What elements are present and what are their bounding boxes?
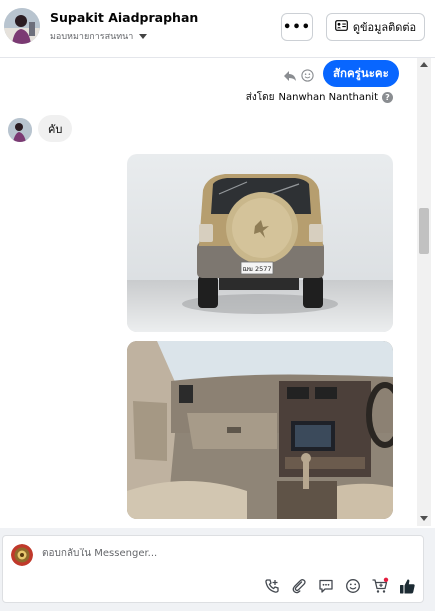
thread-scrollbar[interactable] <box>417 58 431 526</box>
reply-icon[interactable] <box>283 67 297 81</box>
call-icon[interactable] <box>263 577 281 595</box>
conversation-header: Supakit Aiadpraphan มอบหมายการสนทนา ••• … <box>0 0 435 58</box>
help-icon[interactable]: ? <box>382 92 393 103</box>
message-thread[interactable]: สักครู่นะคะ ส่งโดย Nanwhan Nanthanit ? ค… <box>0 58 435 528</box>
license-plate-text: ฌฆ 2577 <box>243 265 272 273</box>
more-icon: ••• <box>283 19 311 35</box>
caret-down-icon <box>139 33 148 39</box>
more-options-button[interactable]: ••• <box>281 13 313 41</box>
react-icon[interactable] <box>301 67 314 82</box>
contact-card-icon <box>334 20 348 34</box>
view-contact-info-label: ดูข้อมูลติดต่อ <box>352 21 417 34</box>
received-message-text: คับ <box>48 122 63 136</box>
sent-by-name: Nanwhan Nanthanit <box>278 92 378 103</box>
contact-name: Supakit Aiadpraphan <box>50 10 199 25</box>
emoji-icon[interactable] <box>344 577 362 595</box>
sent-by-line: ส่งโดย Nanwhan Nanthanit ? <box>246 90 393 105</box>
sent-message-text: สักครู่นะคะ <box>333 65 389 80</box>
scroll-up-icon[interactable] <box>420 62 428 67</box>
page-avatar <box>11 544 33 566</box>
sender-avatar <box>8 118 32 142</box>
reply-composer <box>2 535 424 603</box>
scrollbar-thumb[interactable] <box>419 208 429 254</box>
photo-attachment-suv-rear[interactable]: ฌฆ 2577 <box>127 154 393 332</box>
scroll-down-icon[interactable] <box>420 516 428 521</box>
shop-icon[interactable] <box>371 577 389 595</box>
like-icon[interactable] <box>398 577 416 595</box>
photo-attachment-car-interior[interactable] <box>127 341 393 519</box>
saved-replies-icon[interactable] <box>317 577 335 595</box>
sent-by-prefix: ส่งโดย <box>245 92 275 103</box>
view-contact-info-button[interactable]: ดูข้อมูลติดต่อ <box>326 13 425 41</box>
assign-conversation-dropdown[interactable]: มอบหมายการสนทนา <box>50 29 148 43</box>
composer-area <box>0 528 435 611</box>
contact-avatar[interactable] <box>4 8 40 44</box>
attach-icon[interactable] <box>290 577 308 595</box>
received-message-bubble[interactable]: คับ <box>38 115 73 142</box>
sent-message-bubble[interactable]: สักครู่นะคะ <box>323 60 399 87</box>
messenger-inbox-thread: Supakit Aiadpraphan มอบหมายการสนทนา ••• … <box>0 0 435 611</box>
assign-conversation-label: มอบหมายการสนทนา <box>50 32 134 42</box>
reply-input[interactable] <box>42 548 292 559</box>
